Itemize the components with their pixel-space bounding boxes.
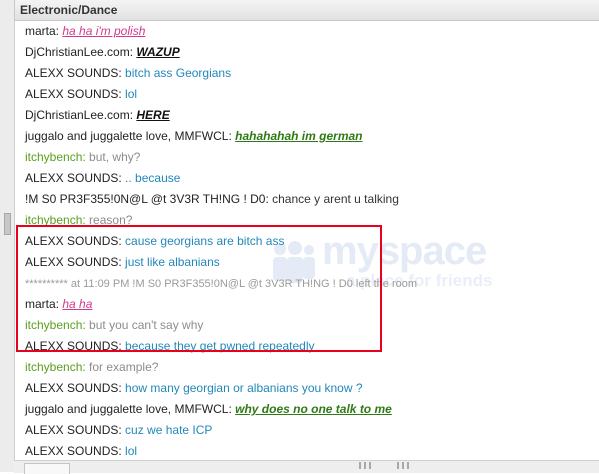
highlight-box: [16, 225, 382, 352]
message-username[interactable]: ALEXX SOUNDS:: [25, 381, 122, 395]
message-text: bitch ass Georgians: [125, 66, 232, 80]
chat-message: ALEXX SOUNDS: cuz we hate ICP: [25, 421, 212, 439]
message-text: how many georgian or albanians you know …: [125, 381, 363, 395]
message-text: hahahahah im german: [235, 129, 363, 143]
room-title-bar: Electronic/Dance: [14, 0, 599, 21]
message-username[interactable]: DjChristianLee.com:: [25, 45, 133, 59]
left-collapse-rail[interactable]: [0, 0, 15, 472]
chat-message: !M S0 PR3F355!0N@L @t 3V3R TH!NG ! D0: c…: [25, 190, 399, 208]
message-text: chance y arent u talking: [272, 192, 399, 206]
chat-message: DjChristianLee.com: HERE: [25, 106, 170, 124]
chat-message: juggalo and juggalette love, MMFWCL: hah…: [25, 127, 363, 145]
message-text: HERE: [136, 108, 170, 122]
chat-message: ALEXX SOUNDS: lol: [25, 85, 137, 103]
footer-tab[interactable]: [24, 463, 70, 474]
chat-message: ALEXX SOUNDS: bitch ass Georgians: [25, 64, 231, 82]
message-text: why does no one talk to me: [235, 402, 392, 416]
message-text: cuz we hate ICP: [125, 423, 213, 437]
room-title: Electronic/Dance: [20, 3, 118, 17]
message-username[interactable]: ALEXX SOUNDS:: [25, 171, 122, 185]
message-username[interactable]: juggalo and juggalette love, MMFWCL:: [25, 129, 232, 143]
message-text: lol: [125, 87, 138, 101]
chat-message: juggalo and juggalette love, MMFWCL: why…: [25, 400, 392, 418]
chat-message: itchybench: for example?: [25, 358, 158, 376]
message-username[interactable]: ALEXX SOUNDS:: [25, 66, 122, 80]
message-text: lol: [125, 444, 138, 458]
message-username[interactable]: itchybench:: [25, 360, 86, 374]
resize-grip-icon[interactable]: [359, 462, 409, 470]
message-username[interactable]: ALEXX SOUNDS:: [25, 423, 122, 437]
message-username[interactable]: marta:: [25, 24, 59, 38]
message-username[interactable]: juggalo and juggalette love, MMFWCL:: [25, 402, 232, 416]
message-username[interactable]: ALEXX SOUNDS:: [25, 87, 122, 101]
chat-room-window: Electronic/Dance myspace a place for fri…: [0, 0, 599, 474]
message-text: but, why?: [89, 150, 141, 164]
message-username[interactable]: !M S0 PR3F355!0N@L @t 3V3R TH!NG ! D0:: [25, 192, 269, 206]
chat-message: ALEXX SOUNDS: how many georgian or alban…: [25, 379, 363, 397]
chat-footer: [14, 460, 599, 474]
message-username[interactable]: ALEXX SOUNDS:: [25, 444, 122, 458]
message-text: WAZUP: [136, 45, 180, 59]
collapse-handle-icon[interactable]: [4, 213, 11, 235]
message-text: .. because: [125, 171, 181, 185]
message-username[interactable]: DjChristianLee.com:: [25, 108, 133, 122]
message-username[interactable]: itchybench:: [25, 150, 86, 164]
chat-message: itchybench: but, why?: [25, 148, 140, 166]
chat-message: DjChristianLee.com: WAZUP: [25, 43, 180, 61]
chat-message: ALEXX SOUNDS: lol: [25, 442, 137, 460]
message-text: ha ha i'm polish: [62, 24, 146, 38]
message-text: for example?: [89, 360, 159, 374]
chat-message: marta: ha ha i'm polish: [25, 22, 145, 40]
chat-message: ALEXX SOUNDS: .. because: [25, 169, 180, 187]
